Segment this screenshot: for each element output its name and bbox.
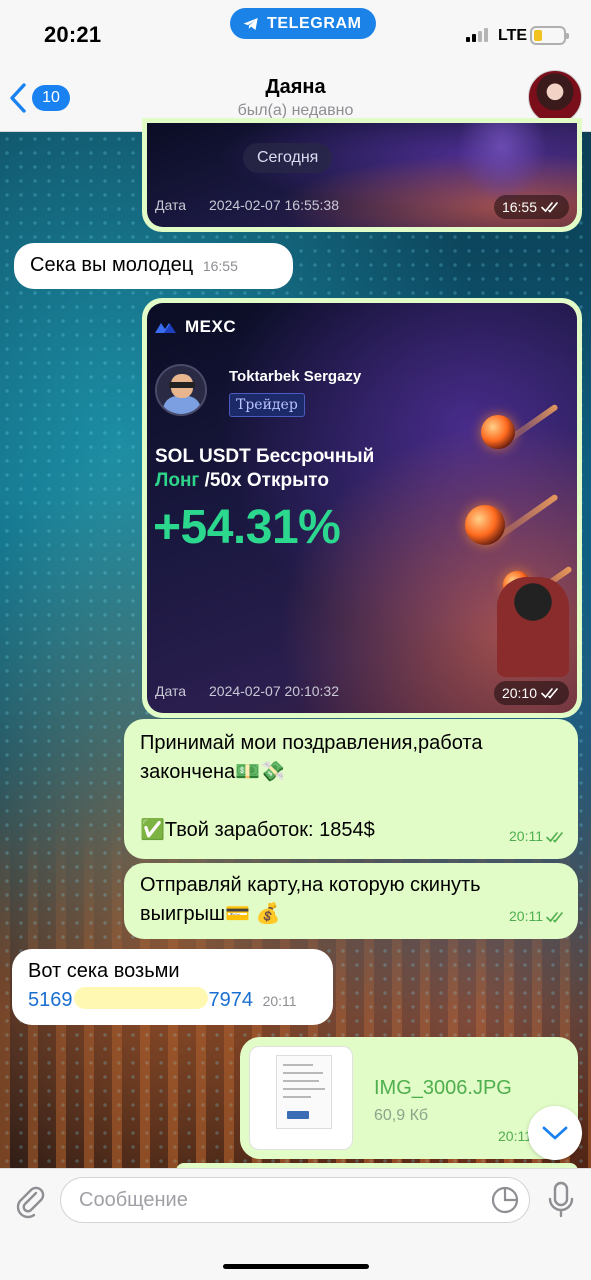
photo-time-text: 16:55	[501, 199, 537, 215]
battery-icon	[530, 26, 569, 45]
outgoing-message[interactable]: Отправляй карту,на которую скинуть выигр…	[124, 863, 578, 939]
network-label: LTE	[498, 27, 528, 44]
message-time: 20:11	[509, 902, 566, 931]
paperclip-icon[interactable]	[12, 1183, 48, 1219]
sticker-icon[interactable]	[491, 1186, 519, 1214]
meteor	[465, 505, 505, 545]
message-line: Принимай мои поздравления,работа	[140, 732, 483, 754]
message-field[interactable]	[60, 1177, 530, 1223]
contact-avatar[interactable]	[528, 70, 582, 124]
status-time: 20:21	[44, 22, 102, 47]
message-time-text: 20:11	[262, 993, 297, 1009]
photo-message[interactable]: Сегодня Дата 2024-02-07 16:55:38 16:55	[142, 118, 582, 232]
double-check-icon	[541, 202, 558, 213]
signal-icon	[466, 28, 488, 42]
trade-card-image: MEXC Toktarbek Sergazy Трейдер SOL USDT …	[147, 303, 577, 713]
telegram-plane-icon	[243, 17, 258, 30]
astronaut-figure	[497, 577, 569, 677]
message-line: ✅Твой заработок: 1854$	[140, 819, 375, 841]
message-time: 20:11	[509, 822, 566, 851]
file-thumbnail[interactable]	[249, 1046, 353, 1150]
battery-fill	[534, 30, 543, 41]
message-time-text: 20:11	[498, 1128, 532, 1144]
incoming-message[interactable]: Вот сека возьми 5169 7974 20:11	[12, 949, 333, 1025]
double-check-icon	[546, 831, 563, 843]
message-line: Отправляй карту,на которую скинуть	[140, 874, 481, 896]
message-input[interactable]	[79, 1178, 479, 1222]
telegram-pill-label: TELEGRAM	[267, 14, 362, 32]
card-number: 5169 7974 20:11	[28, 986, 333, 1016]
contact-name: Даяна	[265, 76, 326, 98]
pair-line2: Лонг /50x Открыто	[155, 469, 374, 493]
card-number-start[interactable]: 5169	[28, 989, 73, 1011]
trader-role-badge: Трейдер	[229, 393, 305, 417]
photo-date-value: 2024-02-07 16:55:38	[209, 197, 339, 213]
document-preview	[276, 1055, 332, 1129]
chat-title[interactable]: Даяна был(а) недавно	[0, 76, 591, 120]
photo-image: Сегодня Дата 2024-02-07 16:55:38 16:55	[147, 123, 577, 227]
trader-avatar	[155, 364, 207, 416]
message-time-text: 20:11	[509, 828, 543, 844]
incoming-message[interactable]: Сека вы молодец 16:55	[14, 243, 293, 289]
scroll-down-button[interactable]	[528, 1106, 582, 1160]
message-line: выигрыш💳 💰	[140, 903, 281, 925]
pair-side: Лонг	[155, 470, 200, 491]
meteor	[481, 415, 515, 449]
mexc-logo-icon	[155, 323, 176, 333]
file-name[interactable]: IMG_3006.JPG	[374, 1074, 512, 1103]
photo-figure	[457, 123, 547, 203]
message-time: 20:11	[263, 987, 297, 1016]
trade-date-value: 2024-02-07 20:10:32	[209, 683, 339, 699]
card-number-end[interactable]: 7974	[209, 989, 254, 1011]
status-bar: 20:21 TELEGRAM LTE	[0, 0, 591, 62]
trade-card-message[interactable]: MEXC Toktarbek Sergazy Трейдер SOL USDT …	[142, 298, 582, 718]
message-time: 20:11	[498, 1122, 532, 1151]
message-line: закончена💵💸	[140, 761, 285, 783]
date-pill: Сегодня	[243, 143, 333, 173]
photo-time: 16:55	[493, 195, 569, 219]
trade-time-text: 20:10	[501, 685, 537, 701]
photo-date-label: Дата	[155, 197, 187, 213]
mexc-brand: MEXC	[155, 317, 236, 337]
trade-pair: SOL USDT Бессрочный Лонг /50x Открыто	[155, 445, 374, 493]
message-time-text: 20:11	[509, 908, 543, 924]
pair-line2-rest: /50x Открыто	[199, 470, 329, 491]
pair-line1: SOL USDT Бессрочный	[155, 446, 375, 467]
message-time: 16:55	[203, 252, 238, 281]
pnl-value: +54.31%	[153, 501, 341, 554]
outgoing-message[interactable]: Принимай мои поздравления,работа законче…	[124, 719, 578, 859]
file-size: 60,9 Кб	[374, 1107, 429, 1124]
file-message[interactable]: IMG_3006.JPG 60,9 Кб 20:11	[240, 1037, 578, 1159]
brand-name: MEXC	[185, 317, 237, 336]
card-redaction	[73, 987, 208, 1009]
microphone-icon[interactable]	[546, 1181, 576, 1219]
trade-time: 20:10	[493, 681, 569, 705]
message-line: Вот сека возьми	[28, 960, 180, 982]
home-indicator	[223, 1264, 369, 1269]
telegram-pill[interactable]: TELEGRAM	[230, 8, 376, 39]
chevron-down-icon	[542, 1126, 568, 1140]
double-check-icon	[541, 688, 558, 699]
double-check-icon	[546, 911, 563, 923]
message-text: Сека вы молодец	[30, 254, 194, 276]
trader-name: Toktarbek Sergazy	[229, 368, 362, 385]
message-time-text: 16:55	[202, 258, 238, 274]
trade-date-label: Дата	[155, 683, 187, 699]
